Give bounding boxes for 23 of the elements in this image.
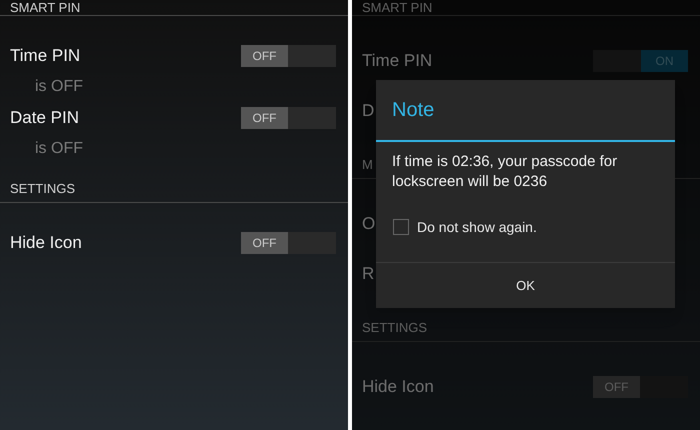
setting-label: Hide Icon [10, 232, 82, 254]
setting-label: Time PIN [10, 45, 80, 68]
section-header: SMART PIN [10, 0, 80, 14]
toggle-switch[interactable]: OFF [241, 45, 336, 67]
section-header: M [362, 158, 373, 172]
setting-label: Hide Icon [362, 376, 434, 398]
checkbox-label: Do not show again. [417, 218, 537, 237]
section-header: SETTINGS [362, 321, 428, 335]
setting-label: R [362, 263, 374, 286]
toggle-switch[interactable]: OFF [241, 107, 336, 129]
dialog-message: If time is 02:36, your passcode for lockscreen will be 0236 [392, 152, 618, 192]
setting-summary: is OFF [35, 77, 83, 97]
setting-label: D [362, 100, 374, 122]
dialog-title: Note [392, 98, 434, 123]
checkbox[interactable] [393, 219, 409, 235]
setting-label: O [362, 213, 376, 236]
ok-button[interactable]: OK [376, 262, 675, 308]
setting-label: Time PIN [362, 50, 432, 72]
section-header: SMART PIN [362, 0, 432, 14]
setting-summary: is OFF [35, 139, 83, 159]
section-header: SETTINGS [10, 182, 76, 196]
setting-label: Date PIN [10, 107, 79, 130]
toggle-switch[interactable]: OFF [241, 232, 336, 254]
